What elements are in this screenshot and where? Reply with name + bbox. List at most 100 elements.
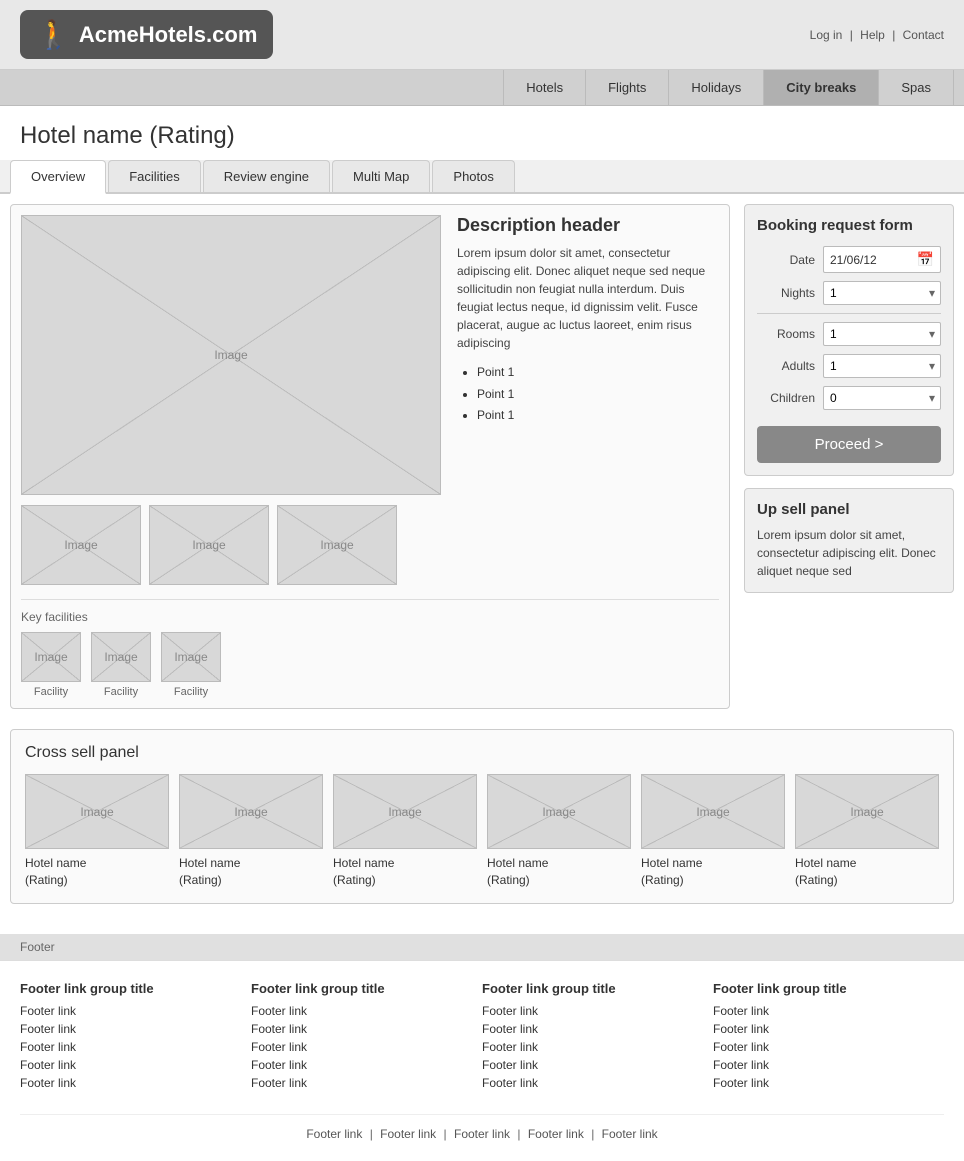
- cross-sell-image-4: Image: [487, 774, 631, 849]
- contact-link[interactable]: Contact: [903, 28, 944, 42]
- cross-sell-item-4[interactable]: Image Hotel name(Rating): [487, 774, 631, 889]
- page-title: Hotel name (Rating): [0, 106, 964, 160]
- rooms-row: Rooms 1234: [757, 322, 941, 346]
- header: 🚶 AcmeHotels.com Log in | Help | Contact: [0, 0, 964, 70]
- footer-col-title-4: Footer link group title: [713, 981, 934, 996]
- footer-col2-link3[interactable]: Footer link: [251, 1040, 472, 1054]
- cross-sell-item-1[interactable]: Image Hotel name(Rating): [25, 774, 169, 889]
- footer: Footer link group title Footer link Foot…: [0, 960, 964, 1161]
- footer-col3-link1[interactable]: Footer link: [482, 1004, 703, 1018]
- cross-sell-name-1: Hotel name(Rating): [25, 855, 169, 889]
- footer-col3-link4[interactable]: Footer link: [482, 1058, 703, 1072]
- footer-bottom-link1[interactable]: Footer link: [306, 1127, 362, 1141]
- footer-col4-link4[interactable]: Footer link: [713, 1058, 934, 1072]
- footer-bottom-link5[interactable]: Footer link: [602, 1127, 658, 1141]
- bullet-list: Point 1 Point 1 Point 1: [457, 362, 719, 427]
- upsell-panel: Up sell panel Lorem ipsum dolor sit amet…: [744, 488, 954, 593]
- nights-row: Nights 123457: [757, 281, 941, 305]
- top-links: Log in | Help | Contact: [810, 28, 944, 42]
- nav-item-holidays[interactable]: Holidays: [669, 70, 764, 105]
- footer-col1-link3[interactable]: Footer link: [20, 1040, 241, 1054]
- nav-item-hotels[interactable]: Hotels: [503, 70, 586, 105]
- thumb-1[interactable]: Image: [21, 505, 141, 585]
- adults-select[interactable]: 1234: [823, 354, 941, 378]
- nav-item-flights[interactable]: Flights: [586, 70, 669, 105]
- nav-item-city-breaks[interactable]: City breaks: [764, 70, 879, 105]
- cross-sell-item-2[interactable]: Image Hotel name(Rating): [179, 774, 323, 889]
- spacer: [0, 914, 964, 934]
- cross-sell-item-6[interactable]: Image Hotel name(Rating): [795, 774, 939, 889]
- footer-col3-link2[interactable]: Footer link: [482, 1022, 703, 1036]
- tab-review-engine[interactable]: Review engine: [203, 160, 330, 192]
- adults-label: Adults: [757, 359, 815, 373]
- footer-col4-link5[interactable]: Footer link: [713, 1076, 934, 1090]
- children-select-wrapper: 0123: [823, 386, 941, 410]
- adults-select-wrapper: 1234: [823, 354, 941, 378]
- proceed-button[interactable]: Proceed >: [757, 426, 941, 463]
- calendar-icon[interactable]: 📅: [917, 251, 934, 268]
- footer-col1-link1[interactable]: Footer link: [20, 1004, 241, 1018]
- footer-col2-link2[interactable]: Footer link: [251, 1022, 472, 1036]
- booking-form-title: Booking request form: [757, 217, 941, 234]
- footer-col4-link3[interactable]: Footer link: [713, 1040, 934, 1054]
- children-select[interactable]: 0123: [823, 386, 941, 410]
- thumb-3[interactable]: Image: [277, 505, 397, 585]
- tabs: Overview Facilities Review engine Multi …: [0, 160, 964, 194]
- footer-bottom-link4[interactable]: Footer link: [528, 1127, 584, 1141]
- rooms-select[interactable]: 1234: [823, 322, 941, 346]
- footer-col4-link1[interactable]: Footer link: [713, 1004, 934, 1018]
- footer-col1-link4[interactable]: Footer link: [20, 1058, 241, 1072]
- desc-section: Image Image Image Image: [21, 215, 719, 585]
- footer-col2-link5[interactable]: Footer link: [251, 1076, 472, 1090]
- nav-item-spas[interactable]: Spas: [879, 70, 954, 105]
- thumb-2[interactable]: Image: [149, 505, 269, 585]
- footer-col-3: Footer link group title Footer link Foot…: [482, 981, 713, 1094]
- login-link[interactable]: Log in: [810, 28, 843, 42]
- footer-col2-link1[interactable]: Footer link: [251, 1004, 472, 1018]
- logo-text: AcmeHotels.com: [79, 22, 258, 48]
- footer-col1-link5[interactable]: Footer link: [20, 1076, 241, 1090]
- facility-image-1: Image: [21, 632, 81, 682]
- tab-facilities[interactable]: Facilities: [108, 160, 201, 192]
- footer-bottom-link2[interactable]: Footer link: [380, 1127, 436, 1141]
- cross-sell-name-2: Hotel name(Rating): [179, 855, 323, 889]
- footer-bottom-link3[interactable]: Footer link: [454, 1127, 510, 1141]
- facility-label-3: Facility: [174, 686, 208, 698]
- nights-select[interactable]: 123457: [823, 281, 941, 305]
- key-facilities-title: Key facilities: [21, 610, 719, 624]
- footer-col-1: Footer link group title Footer link Foot…: [20, 981, 251, 1094]
- description-body: Lorem ipsum dolor sit amet, consectetur …: [457, 244, 719, 352]
- footer-col-title-3: Footer link group title: [482, 981, 703, 996]
- cross-sell-items: Image Hotel name(Rating) Image Hotel nam…: [25, 774, 939, 889]
- footer-col2-link4[interactable]: Footer link: [251, 1058, 472, 1072]
- tab-photos[interactable]: Photos: [432, 160, 514, 192]
- booking-form: Booking request form Date 21/06/12 📅 Nig…: [744, 204, 954, 476]
- help-link[interactable]: Help: [860, 28, 885, 42]
- thumb-row: Image Image Image: [21, 505, 441, 585]
- facility-image-2: Image: [91, 632, 151, 682]
- cross-sell-image-2: Image: [179, 774, 323, 849]
- upsell-title: Up sell panel: [757, 501, 941, 518]
- facility-image-3: Image: [161, 632, 221, 682]
- adults-row: Adults 1234: [757, 354, 941, 378]
- footer-col1-link2[interactable]: Footer link: [20, 1022, 241, 1036]
- footer-col4-link2[interactable]: Footer link: [713, 1022, 934, 1036]
- bullet-2: Point 1: [477, 384, 719, 406]
- nights-label: Nights: [757, 286, 815, 300]
- cross-sell-image-5: Image: [641, 774, 785, 849]
- cross-sell-item-5[interactable]: Image Hotel name(Rating): [641, 774, 785, 889]
- footer-bottom: Footer link | Footer link | Footer link …: [20, 1114, 944, 1141]
- cross-sell-item-3[interactable]: Image Hotel name(Rating): [333, 774, 477, 889]
- footer-col3-link5[interactable]: Footer link: [482, 1076, 703, 1090]
- footer-col-title-1: Footer link group title: [20, 981, 241, 996]
- footer-col3-link3[interactable]: Footer link: [482, 1040, 703, 1054]
- cross-sell-image-1: Image: [25, 774, 169, 849]
- facility-1: Image Facility: [21, 632, 81, 698]
- date-input[interactable]: 21/06/12 📅: [823, 246, 941, 273]
- footer-col-title-2: Footer link group title: [251, 981, 472, 996]
- logo-icon: 🚶: [36, 18, 71, 51]
- tab-multi-map[interactable]: Multi Map: [332, 160, 430, 192]
- bullet-1: Point 1: [477, 362, 719, 384]
- tab-overview[interactable]: Overview: [10, 160, 106, 194]
- rooms-label: Rooms: [757, 327, 815, 341]
